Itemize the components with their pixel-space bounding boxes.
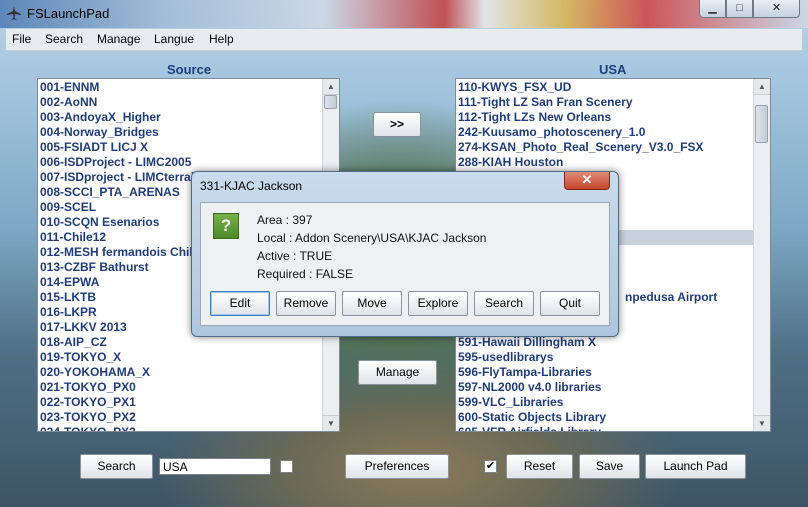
source-scroll-thumb[interactable]: [324, 95, 337, 109]
dialog-search-button[interactable]: Search: [474, 291, 534, 316]
list-item[interactable]: 288-KIAH Houston: [456, 155, 770, 170]
search-checkbox[interactable]: [280, 460, 293, 473]
airplane-icon: [7, 6, 21, 20]
close-window-button[interactable]: ✕: [753, 0, 800, 18]
preferences-button[interactable]: Preferences: [345, 454, 449, 479]
move-button[interactable]: Move: [342, 291, 402, 316]
list-item[interactable]: 599-VLC_Libraries: [456, 395, 770, 410]
active-label: Active : TRUE: [257, 249, 333, 263]
list-item[interactable]: 005-FSIADT LICJ X: [38, 140, 339, 155]
menu-bar: File Search Manage Langue Help: [6, 29, 802, 51]
move-to-group-button[interactable]: >>: [373, 112, 421, 137]
list-item[interactable]: 591-Hawaii Dillingham X: [456, 335, 770, 350]
list-item[interactable]: 111-Tight LZ San Fran Scenery: [456, 95, 770, 110]
window-title: FSLaunchPad: [27, 6, 110, 21]
list-item[interactable]: 001-ENNM: [38, 80, 339, 95]
list-item[interactable]: 597-NL2000 v4.0 libraries: [456, 380, 770, 395]
list-item[interactable]: 110-KWYS_FSX_UD: [456, 80, 770, 95]
local-path-label: Local : Addon Scenery\USA\KJAC Jackson: [257, 231, 487, 245]
scenery-details-dialog: 331-KJAC Jackson ✕ ? Area : 397 Local : …: [191, 171, 619, 337]
list-item[interactable]: 003-AndoyaX_Higher: [38, 110, 339, 125]
usa-scroll-thumb[interactable]: [755, 105, 768, 143]
menu-manage[interactable]: Manage: [97, 32, 140, 46]
search-button[interactable]: Search: [80, 454, 153, 479]
list-item[interactable]: 002-AoNN: [38, 95, 339, 110]
save-button[interactable]: Save: [579, 454, 640, 479]
scroll-down-icon[interactable]: ▼: [754, 415, 770, 431]
dialog-title: 331-KJAC Jackson: [200, 179, 303, 193]
list-item[interactable]: 024-TOKYO_PX3: [38, 425, 339, 431]
reset-button[interactable]: Reset: [506, 454, 573, 479]
required-label: Required : FALSE: [257, 267, 354, 281]
list-item[interactable]: 242-Kuusamo_photoscenery_1.0: [456, 125, 770, 140]
area-label: Area : 397: [257, 213, 313, 227]
scroll-up-icon[interactable]: ▲: [754, 79, 770, 95]
remove-button[interactable]: Remove: [276, 291, 336, 316]
list-item[interactable]: 004-Norway_Bridges: [38, 125, 339, 140]
list-item[interactable]: 006-ISDProject - LIMC2005: [38, 155, 339, 170]
dialog-close-button[interactable]: ✕: [564, 172, 610, 190]
manage-button[interactable]: Manage: [358, 360, 437, 385]
menu-langue[interactable]: Langue: [154, 32, 194, 46]
search-input[interactable]: [159, 458, 271, 475]
usa-header: USA: [599, 62, 627, 77]
menu-help[interactable]: Help: [209, 32, 234, 46]
title-bar: FSLaunchPad ▁ □ ✕: [0, 0, 808, 28]
menu-search[interactable]: Search: [45, 32, 83, 46]
list-item[interactable]: 605-VFR Airfields Library: [456, 425, 770, 431]
list-item[interactable]: 023-TOKYO_PX2: [38, 410, 339, 425]
list-item[interactable]: 020-YOKOHAMA_X: [38, 365, 339, 380]
list-item[interactable]: 595-usedlibrarys: [456, 350, 770, 365]
list-item[interactable]: 022-TOKYO_PX1: [38, 395, 339, 410]
edit-button[interactable]: Edit: [210, 291, 270, 316]
list-item[interactable]: 600-Static Objects Library: [456, 410, 770, 425]
usa-scrollbar[interactable]: ▲ ▼: [753, 79, 770, 431]
question-icon: ?: [213, 213, 239, 239]
list-item[interactable]: 018-AIP_CZ: [38, 335, 339, 350]
explore-button[interactable]: Explore: [408, 291, 468, 316]
maximize-button[interactable]: □: [726, 0, 753, 18]
list-item[interactable]: 112-Tight LZs New Orleans: [456, 110, 770, 125]
source-header: Source: [167, 62, 212, 77]
launch-pad-button[interactable]: Launch Pad: [645, 454, 746, 479]
scroll-down-icon[interactable]: ▼: [323, 415, 339, 431]
minimize-button[interactable]: ▁: [699, 0, 726, 18]
quit-button[interactable]: Quit: [540, 291, 600, 316]
dialog-body: ? Area : 397 Local : Addon Scenery\USA\K…: [200, 202, 610, 326]
list-item[interactable]: 019-TOKYO_X: [38, 350, 339, 365]
menu-file[interactable]: File: [12, 32, 31, 46]
list-item[interactable]: 596-FlyTampa-Libraries: [456, 365, 770, 380]
list-item[interactable]: 274-KSAN_Photo_Real_Scenery_V3.0_FSX: [456, 140, 770, 155]
list-item[interactable]: 021-TOKYO_PX0: [38, 380, 339, 395]
reset-checkbox[interactable]: ✔: [484, 460, 497, 473]
scroll-up-icon[interactable]: ▲: [323, 79, 339, 95]
